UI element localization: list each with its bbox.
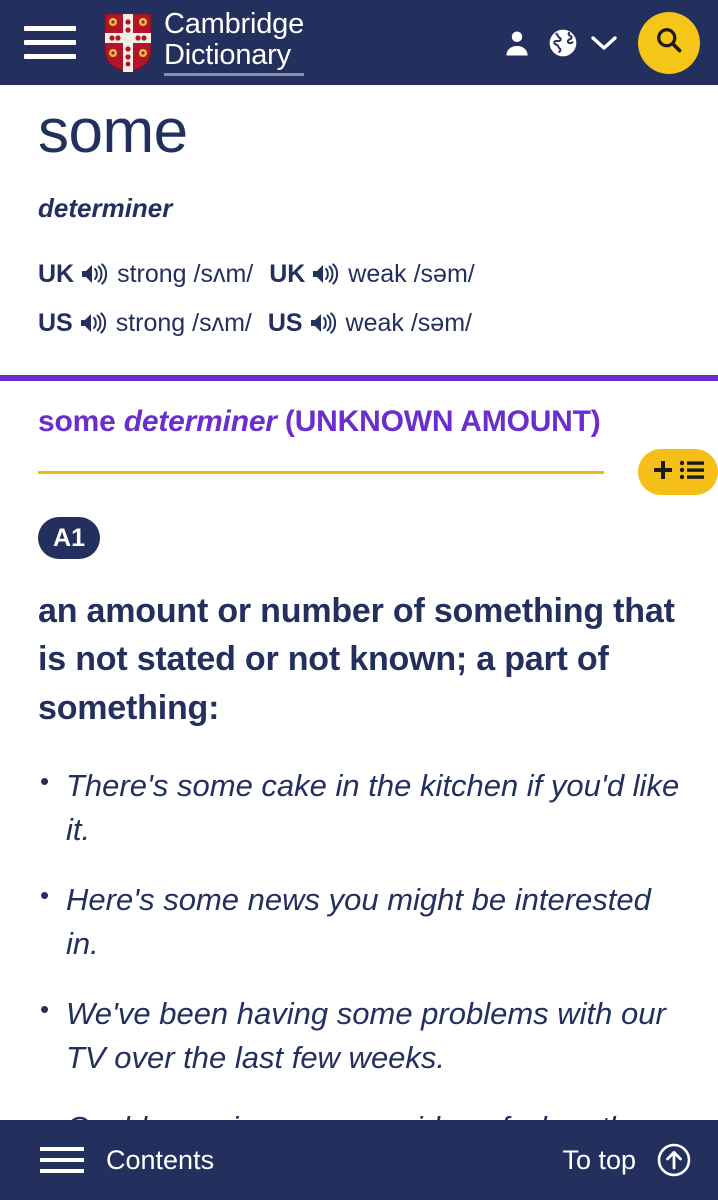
list-item: Could you give me some idea of when the … (38, 1105, 680, 1120)
pronunciation-us-weak: US weak /səm/ (268, 309, 472, 337)
cambridge-dictionary-page: Cambridge Dictionary some determiner UK … (0, 0, 718, 1200)
pronunciation-uk-strong: UK strong /sʌm/ (38, 260, 253, 288)
dictionary-entry: some determiner UK strong /sʌm/UK weak /… (0, 85, 718, 1120)
pronunciation-region: UK (38, 260, 75, 288)
hamburger-menu-icon[interactable] (24, 21, 76, 65)
header-actions (494, 11, 700, 74)
search-icon (654, 25, 684, 60)
hamburger-bar (40, 1158, 84, 1162)
section-divider (0, 375, 718, 381)
pronunciation-strength: strong (117, 260, 187, 288)
site-header: Cambridge Dictionary (0, 0, 718, 85)
brand-logo[interactable]: Cambridge Dictionary (104, 8, 305, 76)
pronunciation-strength: strong (115, 308, 186, 337)
cefr-level-badge[interactable]: A1 (38, 517, 100, 559)
list-item: Here's some news you might be interested… (38, 877, 680, 966)
pronunciation-us-strong: US strong /sʌm/ (38, 309, 252, 337)
list-icon (679, 459, 705, 486)
hamburger-bar (24, 40, 76, 45)
example-list: There's some cake in the kitchen if you'… (38, 763, 680, 1120)
contents-button[interactable]: Contents (40, 1142, 214, 1178)
pronunciation-region: US (38, 308, 73, 337)
hamburger-bar (24, 26, 76, 31)
add-to-wordlist-button[interactable] (638, 449, 718, 495)
list-item: There's some cake in the kitchen if you'… (38, 763, 680, 852)
pronunciation-uk-weak: UK weak /səm/ (269, 260, 475, 288)
cambridge-crest-icon (104, 13, 152, 73)
definition-text: an amount or number of something that is… (38, 592, 675, 727)
speaker-icon[interactable] (309, 304, 337, 350)
pronunciation-strength: weak (345, 308, 404, 337)
hamburger-bar (24, 54, 76, 59)
sense-underline (38, 471, 604, 474)
pronunciation-list: UK strong /sʌm/UK weak /səm/US strong /s… (38, 252, 680, 349)
speaker-icon[interactable] (311, 255, 339, 301)
search-button[interactable] (638, 11, 700, 74)
to-top-label: To top (562, 1144, 636, 1175)
pronunciation-region: UK (269, 260, 306, 288)
pronunciation-ipa: /sʌm/ (192, 308, 252, 337)
brand-name-line1: Cambridge (164, 8, 305, 41)
to-top-button[interactable]: To top (562, 1142, 692, 1178)
pronunciation-region: US (267, 308, 303, 337)
hamburger-menu-icon (40, 1142, 84, 1178)
speaker-icon[interactable] (80, 255, 108, 301)
sense-rule-row (38, 449, 718, 495)
globe-icon[interactable] (540, 20, 586, 66)
brand-name-line2: Dictionary (164, 40, 305, 76)
chevron-down-icon[interactable] (586, 20, 622, 66)
pronunciation-ipa: /sʌm/ (193, 260, 254, 288)
sense-guideword: (UNKNOWN AMOUNT) (284, 405, 601, 438)
arrow-up-circle-icon (656, 1142, 692, 1178)
hamburger-bar (40, 1169, 84, 1173)
pronunciation-strength: weak (348, 260, 407, 288)
plus-icon (652, 459, 674, 486)
pronunciation-ipa: /səm/ (413, 260, 475, 288)
hamburger-bar (40, 1147, 84, 1151)
bottom-navigation-bar: Contents To top (0, 1120, 718, 1200)
pronunciation-ipa: /səm/ (410, 308, 472, 337)
person-icon[interactable] (494, 20, 540, 66)
contents-label: Contents (106, 1144, 215, 1175)
sense-heading: some determiner (UNKNOWN AMOUNT) (38, 405, 680, 439)
page-title: some (38, 97, 188, 166)
sense-part-of-speech: determiner (123, 405, 277, 438)
part-of-speech: determiner (38, 193, 173, 223)
speaker-icon[interactable] (79, 304, 107, 350)
sense-headword: some (38, 405, 116, 438)
list-item: We've been having some problems with our… (38, 991, 680, 1080)
